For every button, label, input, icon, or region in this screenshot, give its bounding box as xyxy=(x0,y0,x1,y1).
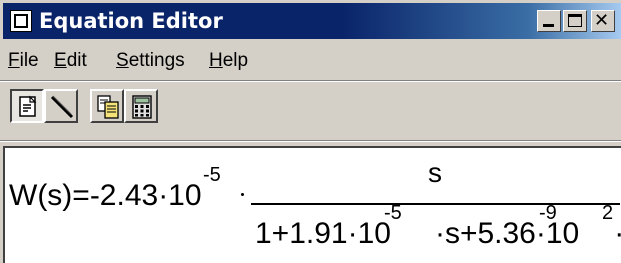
menu-help-mnemonic: H xyxy=(209,50,223,71)
minimize-icon xyxy=(543,24,554,27)
denominator-part-2: ·s+5.36·10 xyxy=(434,217,580,250)
toolbar xyxy=(0,86,621,140)
copy-button[interactable] xyxy=(90,89,124,123)
denominator-part-3: ·s xyxy=(614,217,621,250)
menu-settings-mnemonic: S xyxy=(116,50,129,71)
menu-settings[interactable]: Settings xyxy=(116,50,185,72)
close-button[interactable]: ✕ xyxy=(591,10,615,32)
multiplication-dot xyxy=(241,193,244,196)
maximize-button[interactable] xyxy=(563,10,587,32)
pen-icon xyxy=(50,95,74,119)
fraction-bar xyxy=(251,203,620,205)
menu-help-label: elp xyxy=(222,50,249,71)
menu-file-label: ile xyxy=(19,50,39,71)
equation-denominator: 1+1.91·10 ·s+5.36·10 ·s xyxy=(255,218,621,250)
title-bar[interactable]: Equation Editor ✕ xyxy=(3,3,621,39)
menu-bar: File Edit Settings Help xyxy=(0,46,621,76)
app-icon[interactable] xyxy=(10,10,32,32)
copy-icon xyxy=(97,95,119,119)
denominator-part-1: 1+1.91·10 xyxy=(255,217,391,250)
menu-file-mnemonic: F xyxy=(8,50,20,71)
denominator-exponent-2: -9 xyxy=(539,202,557,224)
menu-separator xyxy=(0,80,621,82)
menu-help[interactable]: Help xyxy=(209,50,248,72)
denominator-exponent-3: 2 xyxy=(602,202,614,224)
equation-lhs: W(s)=-2.43·10 xyxy=(9,179,202,212)
menu-file[interactable]: File xyxy=(8,50,39,72)
menu-edit-label: dit xyxy=(66,50,87,71)
denominator-exponent-1: -5 xyxy=(384,202,402,224)
toolbar-separator xyxy=(0,140,621,142)
calculator-icon xyxy=(132,95,152,119)
equation-numerator: s xyxy=(428,157,442,188)
equation-lhs-exponent: -5 xyxy=(203,164,221,186)
window-title: Equation Editor xyxy=(39,9,223,33)
calculator-button[interactable] xyxy=(124,89,158,123)
equation-display[interactable]: W(s)=-2.43·10 -5 s 1+1.91·10 ·s+5.36·10 ·s… xyxy=(3,146,621,263)
close-icon: ✕ xyxy=(594,10,610,31)
minimize-button[interactable] xyxy=(537,10,561,32)
text-mode-icon xyxy=(19,95,37,117)
menu-edit-mnemonic: E xyxy=(54,50,67,71)
menu-edit[interactable]: Edit xyxy=(54,50,87,72)
menu-settings-label: ettings xyxy=(128,50,185,71)
text-mode-button[interactable] xyxy=(10,89,44,123)
equation-editor-window: Equation Editor ✕ File Edit Settings Hel… xyxy=(0,0,621,263)
pen-button[interactable] xyxy=(44,89,78,123)
maximize-icon xyxy=(568,14,582,27)
